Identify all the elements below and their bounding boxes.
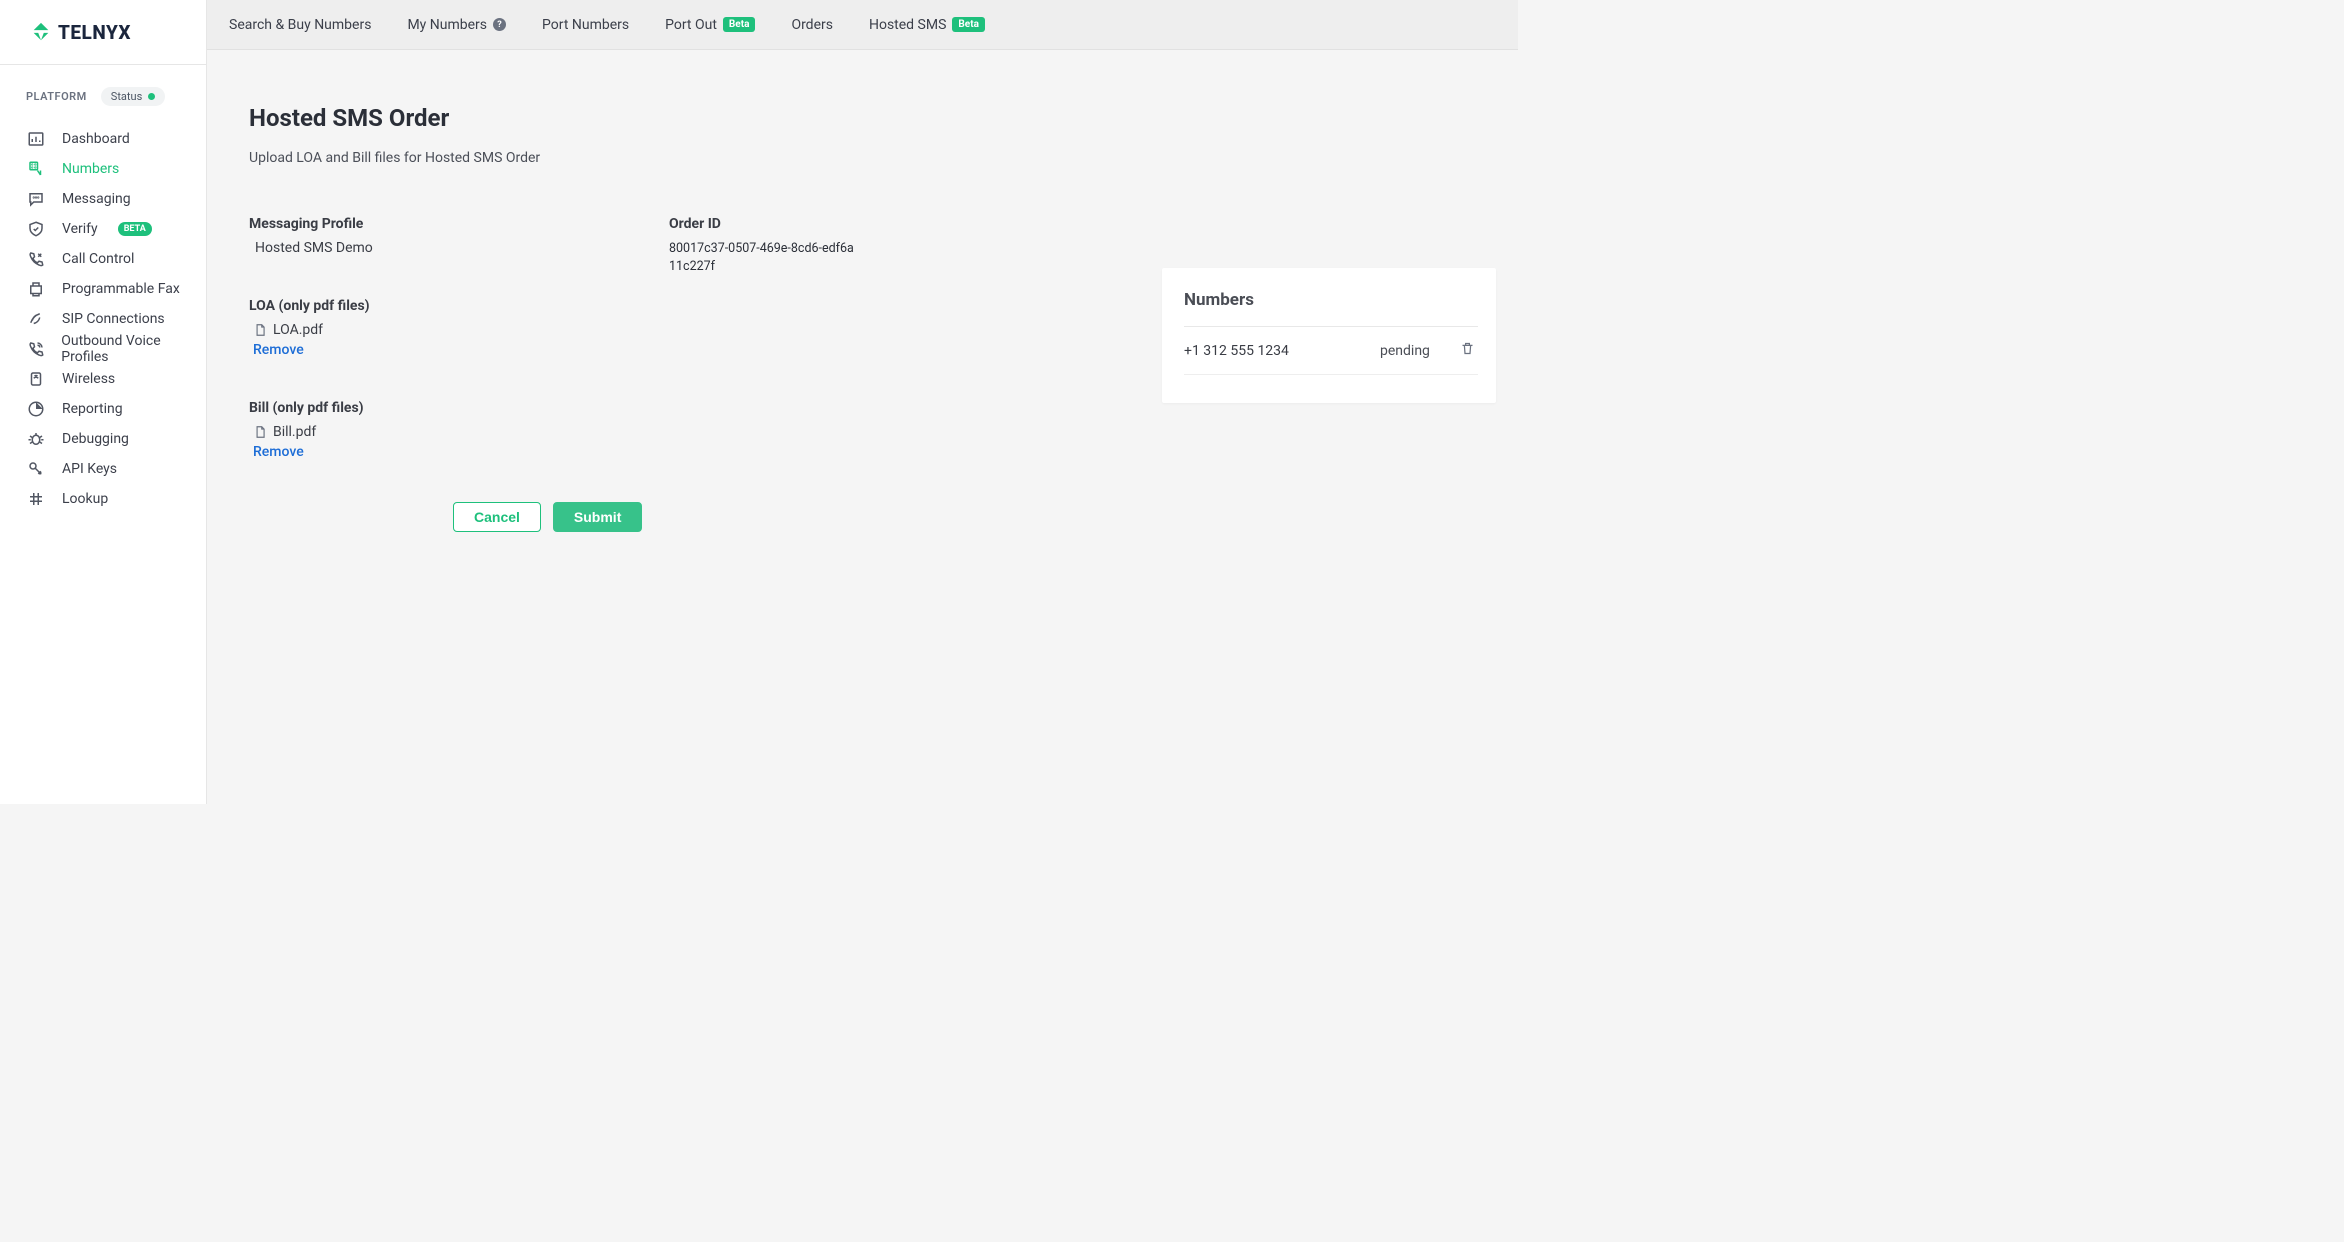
status-pill[interactable]: Status	[101, 87, 165, 106]
loa-label: LOA (only pdf files)	[249, 298, 629, 314]
beta-badge: Beta	[723, 17, 756, 32]
messaging-profile-label: Messaging Profile	[249, 216, 629, 232]
sidebar-item-label: Call Control	[62, 251, 134, 267]
lookup-icon	[26, 489, 46, 509]
sidebar-nav: Dashboard Numbers Messaging	[26, 124, 206, 514]
outbound-voice-icon	[26, 339, 45, 359]
sidebar-item-verify[interactable]: Verify BETA	[26, 214, 206, 244]
verify-icon	[26, 219, 46, 239]
sidebar-item-programmable-fax[interactable]: Programmable Fax	[26, 274, 206, 304]
number-status: pending	[1380, 343, 1460, 359]
reporting-icon	[26, 399, 46, 419]
status-dot-icon	[148, 93, 155, 100]
telnyx-logo-icon	[30, 21, 52, 43]
sidebar-item-dashboard[interactable]: Dashboard	[26, 124, 206, 154]
sidebar-item-label: Wireless	[62, 371, 115, 387]
tab-search-buy[interactable]: Search & Buy Numbers	[229, 17, 371, 33]
tab-label: Port Out	[665, 17, 717, 33]
sidebar-item-outbound-voice[interactable]: Outbound Voice Profiles	[26, 334, 206, 364]
sidebar-item-label: Numbers	[62, 161, 119, 177]
sidebar-item-label: Debugging	[62, 431, 129, 447]
numbers-card: Numbers +1 312 555 1234 pending	[1162, 268, 1496, 403]
tab-hosted-sms[interactable]: Hosted SMS Beta	[869, 17, 985, 33]
sidebar-item-numbers[interactable]: Numbers	[26, 154, 206, 184]
sidebar-item-label: SIP Connections	[62, 311, 165, 327]
tab-my-numbers[interactable]: My Numbers ?	[407, 17, 506, 33]
sidebar-item-lookup[interactable]: Lookup	[26, 484, 206, 514]
page-subtitle: Upload LOA and Bill files for Hosted SMS…	[249, 150, 1476, 166]
wireless-icon	[26, 369, 46, 389]
dashboard-icon	[26, 129, 46, 149]
messaging-profile-value: Hosted SMS Demo	[249, 240, 629, 256]
debugging-icon	[26, 429, 46, 449]
sidebar-item-call-control[interactable]: Call Control	[26, 244, 206, 274]
logo[interactable]: TELNYX	[0, 0, 206, 65]
order-id-label: Order ID	[669, 216, 859, 232]
brand-name: TELNYX	[58, 21, 131, 44]
tab-orders[interactable]: Orders	[791, 17, 833, 33]
sidebar-item-label: API Keys	[62, 461, 117, 477]
tabbar: Search & Buy Numbers My Numbers ? Port N…	[207, 0, 1518, 50]
sidebar: TELNYX PLATFORM Status Dashboard	[0, 0, 207, 804]
numbers-icon	[26, 159, 46, 179]
call-control-icon	[26, 249, 46, 269]
trash-icon	[1460, 341, 1475, 356]
bill-remove-link[interactable]: Remove	[249, 444, 629, 460]
sidebar-item-api-keys[interactable]: API Keys	[26, 454, 206, 484]
loa-filename: LOA.pdf	[273, 322, 323, 338]
help-icon: ?	[493, 18, 506, 31]
sidebar-item-debugging[interactable]: Debugging	[26, 424, 206, 454]
submit-button[interactable]: Submit	[553, 502, 642, 532]
number-row: +1 312 555 1234 pending	[1184, 327, 1478, 375]
sidebar-item-label: Lookup	[62, 491, 108, 507]
tab-port-numbers[interactable]: Port Numbers	[542, 17, 629, 33]
sidebar-section-label: PLATFORM	[26, 90, 87, 103]
sidebar-item-messaging[interactable]: Messaging	[26, 184, 206, 214]
cancel-button[interactable]: Cancel	[453, 502, 541, 532]
sidebar-item-label: Messaging	[62, 191, 131, 207]
tab-label: My Numbers	[407, 17, 487, 33]
file-icon	[253, 425, 267, 439]
file-icon	[253, 323, 267, 337]
loa-remove-link[interactable]: Remove	[249, 342, 629, 358]
sidebar-item-label: Dashboard	[62, 131, 130, 147]
sidebar-item-label: Outbound Voice Profiles	[61, 333, 206, 365]
loa-file: LOA.pdf	[249, 322, 629, 338]
numbers-card-title: Numbers	[1184, 290, 1478, 327]
bill-file: Bill.pdf	[249, 424, 629, 440]
beta-badge: BETA	[118, 222, 152, 236]
fax-icon	[26, 279, 46, 299]
bill-filename: Bill.pdf	[273, 424, 316, 440]
sidebar-item-label: Verify	[62, 221, 98, 237]
messaging-icon	[26, 189, 46, 209]
sip-icon	[26, 309, 46, 329]
tab-label: Hosted SMS	[869, 17, 946, 33]
page-title: Hosted SMS Order	[249, 104, 1476, 132]
sidebar-item-label: Programmable Fax	[62, 281, 180, 297]
sidebar-item-sip-connections[interactable]: SIP Connections	[26, 304, 206, 334]
order-id-value: 80017c37-0507-469e-8cd6-edf6a11c227f	[669, 240, 859, 275]
api-keys-icon	[26, 459, 46, 479]
tab-port-out[interactable]: Port Out Beta	[665, 17, 755, 33]
sidebar-item-wireless[interactable]: Wireless	[26, 364, 206, 394]
delete-number-button[interactable]	[1460, 341, 1478, 360]
sidebar-item-reporting[interactable]: Reporting	[26, 394, 206, 424]
beta-badge: Beta	[952, 17, 985, 32]
bill-label: Bill (only pdf files)	[249, 400, 629, 416]
status-label: Status	[111, 90, 142, 103]
sidebar-item-label: Reporting	[62, 401, 123, 417]
number-phone: +1 312 555 1234	[1184, 343, 1380, 359]
